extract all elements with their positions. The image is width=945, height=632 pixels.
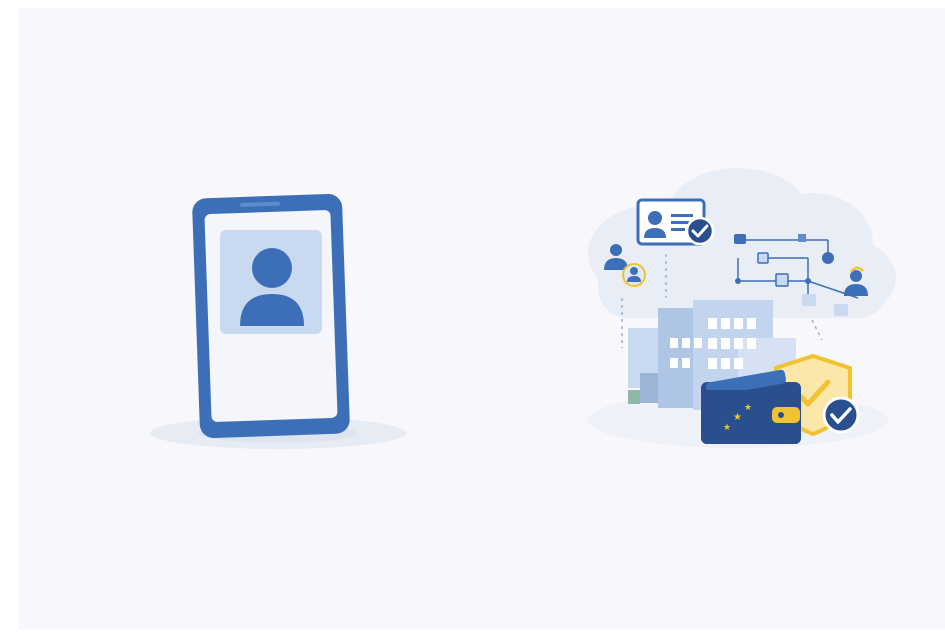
profile-card [220,230,322,334]
svg-text:★: ★ [733,412,742,423]
screenshot-frame: ★ ★ ★ [0,0,945,632]
svg-text:★: ★ [744,403,752,413]
checkmark-icon [822,396,860,434]
svg-text:★: ★ [723,423,731,433]
digital-identity-ecosystem-illustration: ★ ★ ★ [558,158,918,478]
illustration-canvas: ★ ★ ★ [18,8,945,630]
phone-profile-illustration [148,178,448,478]
id-checkmark-icon [685,216,715,246]
